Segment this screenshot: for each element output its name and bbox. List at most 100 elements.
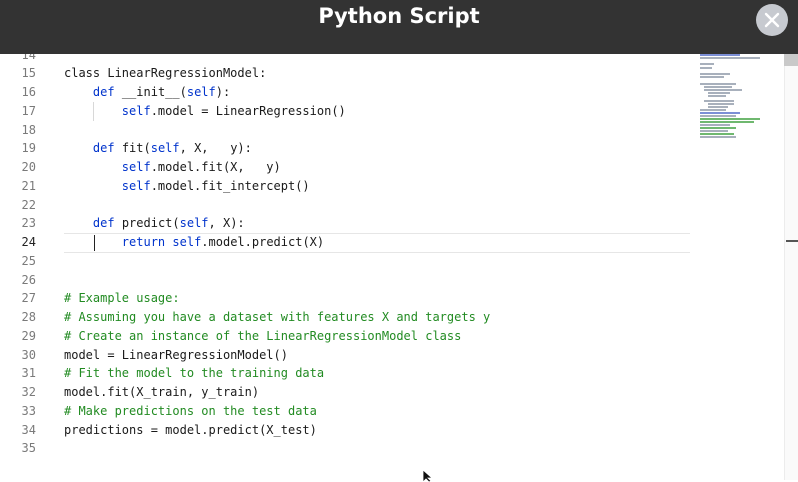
line-number: 20 — [21, 160, 36, 174]
code-line[interactable]: self.model = LinearRegression() — [64, 102, 346, 121]
line-number-gutter: 14 15 16 17 18 19 20 21 22 23 24 25 26 27 28 29 30 31 32 33… — [0, 54, 48, 480]
minimap-line — [704, 89, 742, 91]
line-number: 31 — [21, 366, 36, 381]
minimap-line — [700, 63, 714, 65]
line-number: 24 — [21, 235, 36, 249]
line-number: 34 — [21, 422, 36, 437]
minimap-line — [708, 92, 730, 94]
code-line[interactable]: model.fit(X_train, y_train) — [64, 383, 259, 402]
line-number: 28 — [21, 310, 36, 324]
code-token: .model = LinearRegression() — [150, 103, 346, 118]
indent-guide — [92, 101, 94, 121]
code-token: fit( — [114, 141, 151, 156]
code-line[interactable]: predictions = model.predict(X_test) — [64, 421, 317, 440]
code-token: predictions = model.predict(X_test) — [64, 422, 317, 437]
code-token: class LinearRegressionModel: — [64, 66, 267, 81]
code-line[interactable]: def predict(self, X): — [64, 214, 245, 233]
code-line[interactable]: # Make predictions on the test data — [64, 402, 317, 421]
code-token: self — [121, 160, 151, 174]
line-number: 17 — [21, 103, 36, 118]
close-icon — [764, 12, 780, 28]
line-number: 27 — [21, 291, 36, 306]
line-number: 29 — [21, 328, 36, 343]
minimap-line — [700, 127, 736, 129]
minimap-line — [700, 67, 712, 69]
mouse-pointer-icon — [422, 470, 434, 482]
code-token: .model.predict(X) — [201, 235, 325, 249]
line-number: 16 — [21, 85, 36, 99]
line-number: 33 — [21, 403, 36, 418]
title-bar: Python Script — [0, 0, 798, 54]
code-token: def — [92, 141, 115, 156]
minimap-line — [700, 133, 734, 135]
code-token: self — [172, 235, 202, 249]
minimap-line — [700, 83, 736, 85]
code-token: return — [121, 235, 166, 249]
line-number: 35 — [21, 441, 36, 456]
code-line[interactable]: # Fit the model to the training data — [64, 364, 324, 383]
minimap-line — [700, 130, 728, 132]
code-token: # Fit the model to the training data — [64, 366, 325, 381]
minimap-line — [700, 112, 740, 114]
minimap-line — [700, 109, 726, 111]
code-token: self — [121, 103, 151, 118]
code-token: __init__( — [114, 85, 187, 99]
line-number: 18 — [21, 122, 36, 137]
line-number: 30 — [21, 347, 36, 362]
minimap-line — [700, 136, 736, 138]
code-token: self — [179, 216, 209, 231]
code-line[interactable]: self.model.fit(X, y) — [64, 158, 281, 177]
code-line[interactable]: # Example usage: — [64, 289, 180, 308]
line-number: 21 — [21, 178, 36, 193]
line-number: 14 — [21, 54, 36, 62]
code-line[interactable]: self.model.fit_intercept() — [64, 177, 310, 196]
minimap-line — [700, 73, 730, 75]
code-token: def — [92, 85, 115, 99]
line-number: 26 — [21, 272, 36, 287]
code-line[interactable]: # Assuming you have a dataset with featu… — [64, 308, 490, 327]
code-line[interactable]: class LinearRegressionModel: — [64, 64, 266, 83]
minimap-line — [700, 118, 760, 120]
text-cursor — [93, 234, 95, 251]
minimap-line — [700, 121, 754, 123]
line-number: 22 — [21, 197, 36, 212]
code-token: ): — [215, 85, 231, 99]
code-lines[interactable]: class LinearRegressionModel: def __init_… — [64, 54, 694, 480]
vertical-scrollbar[interactable] — [784, 54, 798, 480]
code-token: .model.fit(X, y) — [150, 160, 281, 174]
code-editor[interactable]: 14 15 16 17 18 19 20 21 22 23 24 25 26 27 28 29 30 31 32 33… — [0, 54, 798, 480]
code-token: self — [150, 141, 180, 156]
code-line[interactable]: return self.model.predict(X) — [64, 233, 324, 252]
code-line[interactable]: def fit(self, X, y): — [64, 139, 252, 158]
window-title: Python Script — [318, 4, 480, 28]
close-button[interactable] — [756, 4, 788, 36]
code-token: def — [92, 216, 115, 231]
code-token: # Assuming you have a dataset with featu… — [64, 310, 491, 324]
line-number: 23 — [21, 216, 36, 231]
code-token: self — [186, 85, 216, 99]
minimap-line — [700, 54, 740, 56]
line-number: 25 — [21, 253, 36, 268]
code-token: # Make predictions on the test data — [64, 403, 317, 418]
code-token: predict( — [114, 216, 180, 231]
minimap-line — [708, 95, 726, 97]
code-token: self — [121, 178, 151, 193]
code-line[interactable]: # Create an instance of the LinearRegres… — [64, 327, 461, 346]
minimap-line — [700, 76, 724, 78]
code-token: , X, y): — [179, 141, 252, 156]
minimap-line — [700, 115, 736, 117]
minimap-line — [708, 103, 734, 105]
code-token: model.fit(X_train, y_train) — [64, 385, 260, 399]
code-line[interactable]: def __init__(self): — [64, 83, 230, 102]
scrollbar-thumb[interactable] — [784, 54, 798, 66]
minimap-line — [700, 124, 730, 126]
code-token: model = LinearRegressionModel() — [64, 347, 288, 362]
minimap[interactable] — [694, 54, 784, 154]
code-token: # Create an instance of the LinearRegres… — [64, 328, 462, 343]
code-line[interactable]: model = LinearRegressionModel() — [64, 346, 288, 365]
minimap-line — [704, 86, 732, 88]
